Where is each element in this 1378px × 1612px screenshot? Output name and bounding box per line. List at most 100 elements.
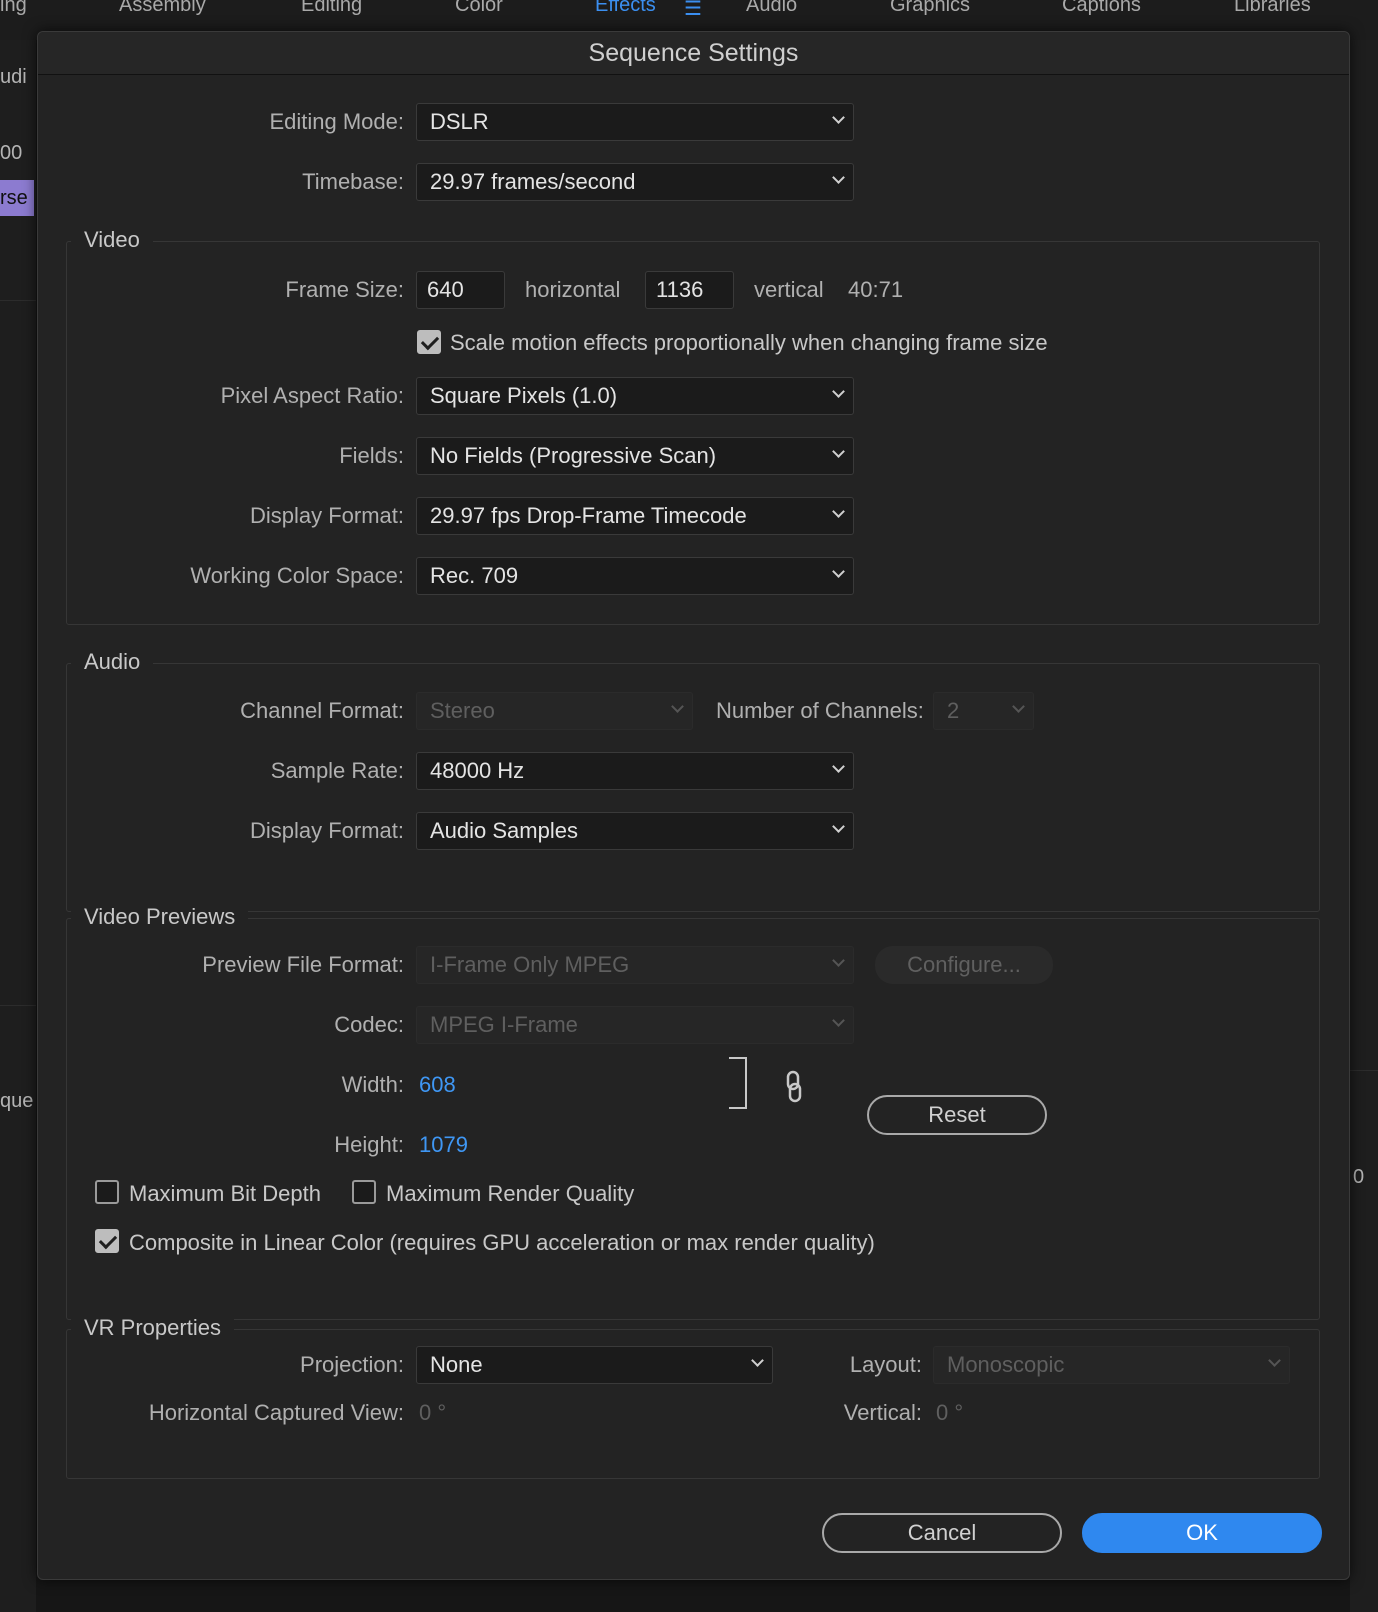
- video-group-title: Video: [71, 227, 153, 253]
- hamburger-menu-icon[interactable]: ☰: [684, 0, 702, 21]
- background-timecode: 00: [0, 142, 23, 164]
- projection-label: Projection:: [300, 1352, 404, 1377]
- audio-display-format-value: Audio Samples: [430, 818, 578, 843]
- timebase-value: 29.97 frames/second: [430, 169, 636, 194]
- pixel-aspect-label: Pixel Aspect Ratio:: [220, 383, 404, 408]
- workspace-tab-audio[interactable]: Audio: [746, 0, 797, 17]
- max-bit-depth-checkbox[interactable]: [95, 1180, 119, 1204]
- horizontal-view-value: 0 °: [419, 1400, 447, 1425]
- chevron-down-icon: [832, 820, 845, 833]
- num-channels-select: 2: [933, 692, 1034, 730]
- video-previews-group-title: Video Previews: [71, 904, 249, 930]
- chevron-down-icon: [832, 1014, 845, 1027]
- frame-size-label: Frame Size:: [285, 277, 404, 302]
- linear-color-checkbox[interactable]: [95, 1229, 119, 1253]
- audio-group-title: Audio: [71, 649, 154, 675]
- scale-motion-checkbox[interactable]: [417, 330, 441, 354]
- workspace-tab-graphics[interactable]: Graphics: [890, 0, 970, 17]
- chain-link-icon[interactable]: [783, 1070, 805, 1104]
- workspace-tab-color[interactable]: Color: [455, 0, 503, 17]
- preview-file-format-value: I-Frame Only MPEG: [430, 952, 630, 977]
- workspace-tab-editing[interactable]: Editing: [301, 0, 362, 17]
- layout-value: Monoscopic: [947, 1352, 1065, 1377]
- workspace-tab-libraries[interactable]: Libraries: [1234, 0, 1311, 17]
- scale-motion-label[interactable]: Scale motion effects proportionally when…: [450, 323, 1048, 363]
- vertical-label: vertical: [754, 277, 824, 302]
- pixel-aspect-select[interactable]: Square Pixels (1.0): [416, 377, 854, 415]
- chevron-down-icon: [832, 385, 845, 398]
- video-display-format-select[interactable]: 29.97 fps Drop-Frame Timecode: [416, 497, 854, 535]
- fields-select[interactable]: No Fields (Progressive Scan): [416, 437, 854, 475]
- fields-label: Fields:: [339, 443, 404, 468]
- audio-display-format-label: Display Format:: [249, 818, 404, 843]
- layout-select: Monoscopic: [933, 1346, 1290, 1384]
- video-display-format-label: Display Format:: [249, 503, 404, 528]
- sequence-settings-dialog: Sequence Settings Editing Mode: DSLR Tim…: [37, 31, 1350, 1580]
- ok-button[interactable]: OK: [1082, 1513, 1322, 1553]
- background-panel-label: udi: [0, 66, 27, 88]
- vertical-view-value: 0 °: [936, 1400, 964, 1425]
- frame-height-input[interactable]: 1136: [645, 271, 734, 309]
- editing-mode-label: Editing Mode:: [269, 109, 404, 134]
- preview-height-label: Height:: [334, 1132, 404, 1157]
- chevron-down-icon: [832, 505, 845, 518]
- editing-mode-select[interactable]: DSLR: [416, 103, 854, 141]
- horizontal-label: horizontal: [525, 277, 621, 302]
- chevron-down-icon: [1012, 700, 1025, 713]
- background-clip: rse: [0, 180, 34, 216]
- divider: [0, 300, 36, 301]
- vertical-view-label: Vertical:: [843, 1400, 922, 1425]
- workspace-tab-learning[interactable]: ing: [0, 0, 27, 17]
- codec-value: MPEG I-Frame: [430, 1012, 578, 1037]
- divider: [1350, 1070, 1378, 1071]
- frame-width-input[interactable]: 640: [416, 271, 505, 309]
- channel-format-value: Stereo: [430, 698, 495, 723]
- num-channels-label: Number of Channels:: [716, 698, 924, 723]
- vr-properties-group-title: VR Properties: [71, 1315, 234, 1341]
- codec-label: Codec:: [334, 1012, 404, 1037]
- codec-select: MPEG I-Frame: [416, 1006, 854, 1044]
- color-space-value: Rec. 709: [430, 563, 519, 588]
- preview-width-value[interactable]: 608: [419, 1065, 456, 1105]
- projection-select[interactable]: None: [416, 1346, 773, 1384]
- reset-button[interactable]: Reset: [867, 1095, 1047, 1135]
- audio-display-format-select[interactable]: Audio Samples: [416, 812, 854, 850]
- background-ruler-label: 0: [1353, 1166, 1365, 1188]
- left-panel: [0, 40, 36, 1612]
- max-render-quality-label[interactable]: Maximum Render Quality: [386, 1174, 634, 1214]
- timebase-select[interactable]: 29.97 frames/second: [416, 163, 854, 201]
- chevron-down-icon: [832, 954, 845, 967]
- chevron-down-icon: [832, 760, 845, 773]
- workspace-tab-assembly[interactable]: Assembly: [119, 0, 206, 17]
- channel-format-label: Channel Format:: [240, 698, 404, 723]
- pixel-aspect-value: Square Pixels (1.0): [430, 383, 618, 408]
- color-space-label: Working Color Space:: [190, 563, 404, 588]
- linear-color-label[interactable]: Composite in Linear Color (requires GPU …: [129, 1223, 875, 1263]
- aspect-ratio-readout: 40:71: [848, 277, 904, 302]
- editing-mode-value: DSLR: [430, 109, 489, 134]
- max-bit-depth-label[interactable]: Maximum Bit Depth: [129, 1174, 321, 1214]
- preview-file-format-select: I-Frame Only MPEG: [416, 946, 854, 984]
- timebase-label: Timebase:: [302, 169, 404, 194]
- projection-value: None: [430, 1352, 483, 1377]
- cancel-button[interactable]: Cancel: [822, 1513, 1062, 1553]
- right-panel: [1350, 40, 1378, 1612]
- configure-button: Configure...: [875, 946, 1053, 984]
- video-display-format-value: 29.97 fps Drop-Frame Timecode: [430, 503, 747, 528]
- color-space-select[interactable]: Rec. 709: [416, 557, 854, 595]
- channel-format-select: Stereo: [416, 692, 693, 730]
- fields-value: No Fields (Progressive Scan): [430, 443, 717, 468]
- sample-rate-select[interactable]: 48000 Hz: [416, 752, 854, 790]
- chevron-down-icon: [671, 700, 684, 713]
- workspace-tab-effects[interactable]: Effects: [595, 0, 656, 17]
- chevron-down-icon: [832, 171, 845, 184]
- background-sequence-label: que: [0, 1090, 34, 1112]
- link-bracket: [729, 1057, 747, 1109]
- preview-height-value[interactable]: 1079: [419, 1125, 468, 1165]
- horizontal-view-label: Horizontal Captured View:: [148, 1400, 404, 1425]
- layout-label: Layout:: [849, 1352, 922, 1377]
- max-render-quality-checkbox[interactable]: [352, 1180, 376, 1204]
- chevron-down-icon: [832, 111, 845, 124]
- sample-rate-value: 48000 Hz: [430, 758, 525, 783]
- workspace-tab-captions[interactable]: Captions: [1062, 0, 1141, 17]
